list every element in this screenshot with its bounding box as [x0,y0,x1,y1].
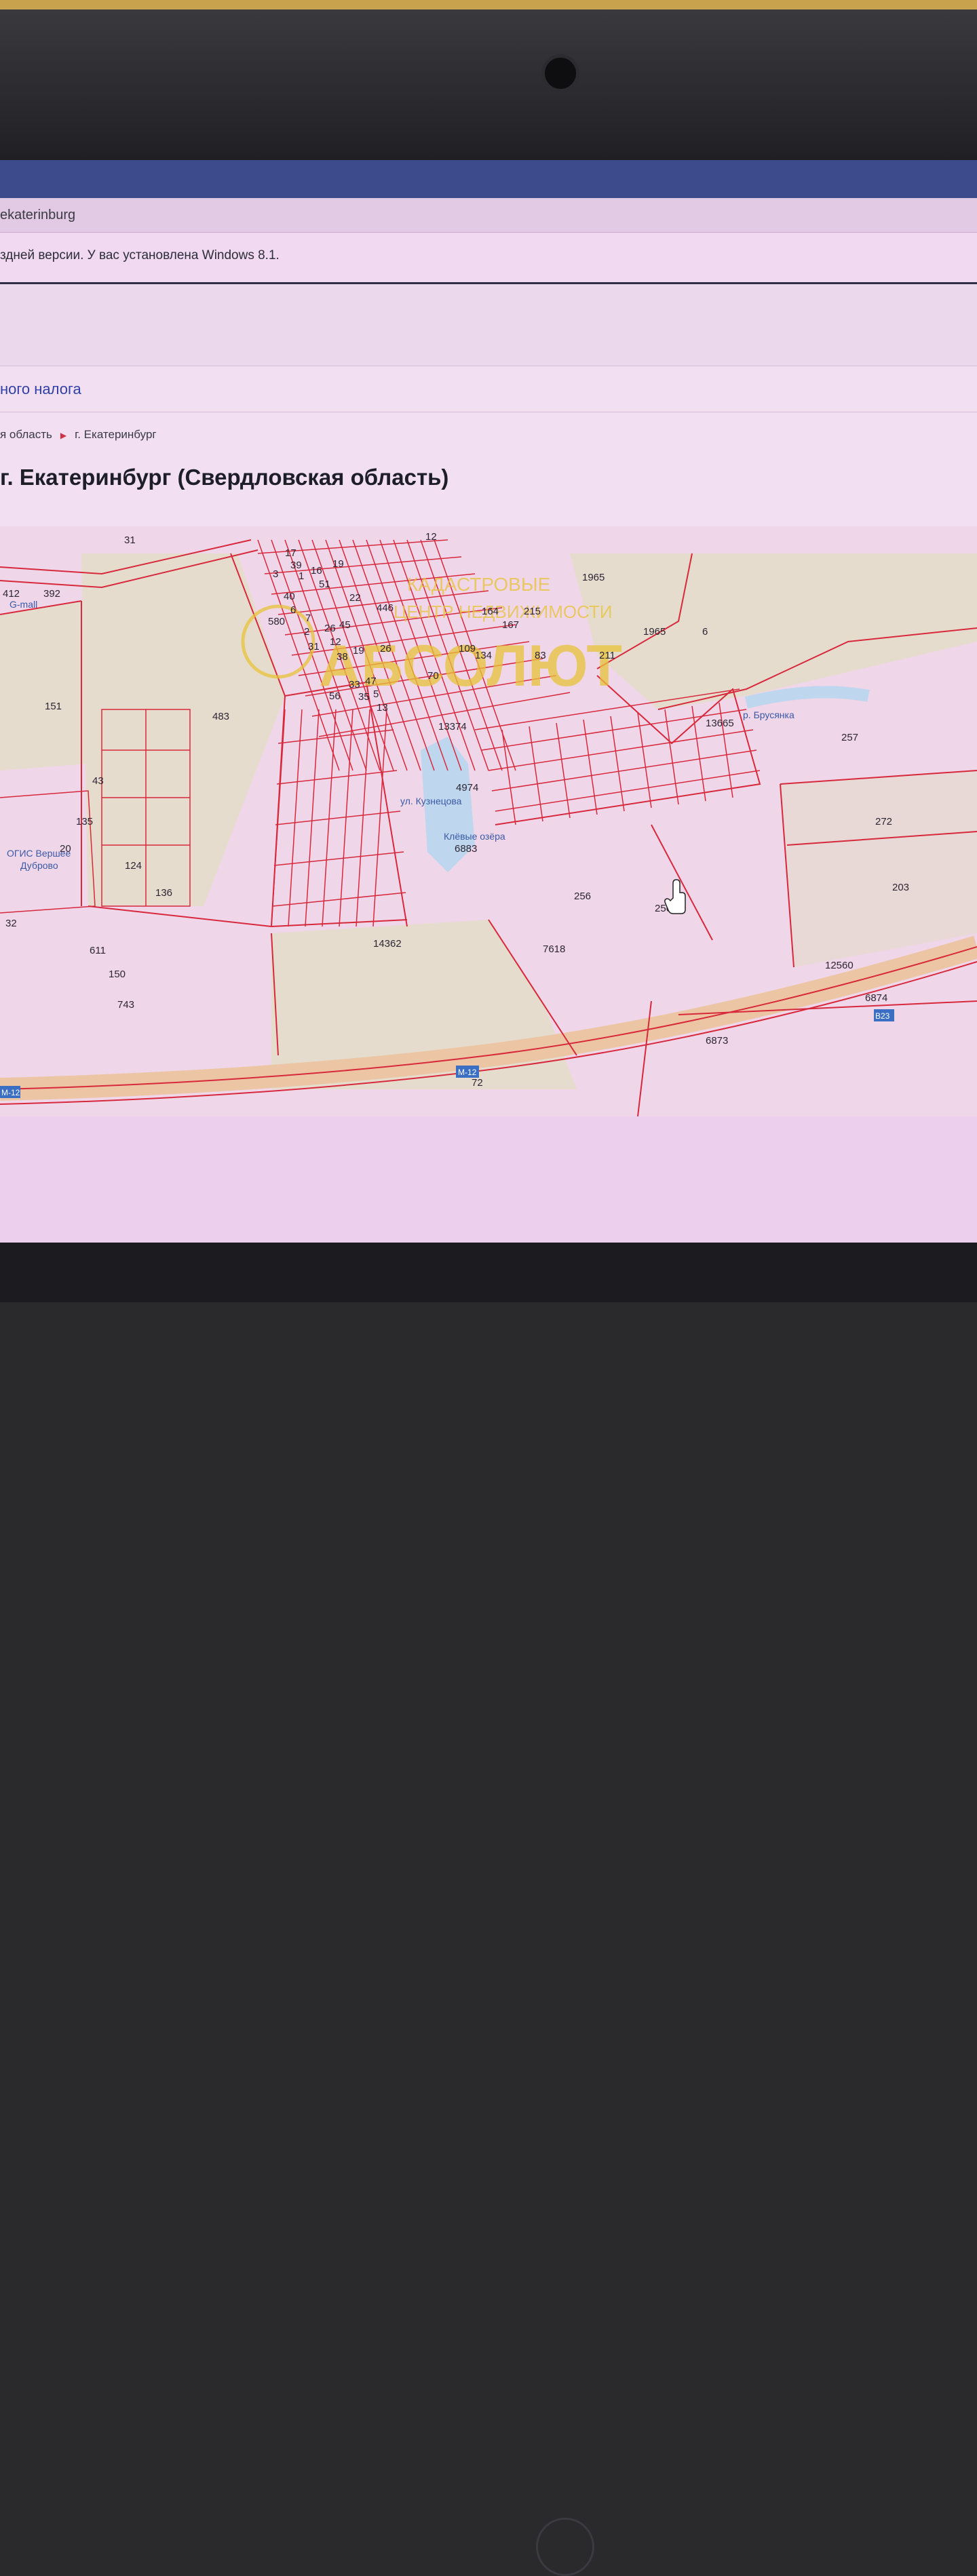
parcel-label: 167 [502,619,519,631]
breadcrumb-region-link[interactable]: я область [0,428,52,441]
parcel-label: 151 [45,701,62,712]
parcel-label: 203 [892,882,909,893]
parcel-label: 6 [702,626,708,638]
laptop-bezel-bottom [0,1243,977,2576]
parcel-label: 1 [299,570,304,582]
parcel-label: 412 [3,588,20,600]
page-title: г. Екатеринбург (Свердловская область) [0,465,449,490]
parcel-label: 124 [125,860,142,872]
parcel-label: 6 [290,604,296,616]
notice-text: здней версии. У вас установлена Windows … [0,248,280,262]
parcel-label: 164 [482,606,499,617]
parcel-label: 39 [290,560,302,571]
parcel-label: 392 [43,588,60,600]
laptop-screen: ekaterinburg здней версии. У вас установ… [0,160,977,1243]
parcel-label: 35 [358,691,370,703]
browser-tab-title[interactable]: ekaterinburg [0,208,75,223]
browser-tab-bar[interactable]: ekaterinburg [0,198,977,233]
parcel-label: 211 [599,650,615,661]
parcel-label: 43 [92,775,104,787]
parcel-label: 743 [117,999,134,1011]
page-header-band [0,284,977,366]
parcel-label: 483 [212,711,229,722]
parcel-label: 1965 [582,572,605,583]
cadastral-map[interactable]: КАДАСТРОВЫЕ ЦЕНТР НЕДВИЖИМОСТИ АБСОЛЮТ М… [0,526,977,1116]
parcel-label: 31 [308,641,320,652]
parcel-label: 47 [365,676,377,687]
parcel-label: 72 [472,1077,483,1089]
parcel-label: 136 [155,887,172,899]
parcel-label: 580 [268,616,285,627]
parcel-label: 6874 [865,992,887,1004]
parcel-label: 2 [304,626,309,638]
parcel-label: 22 [349,592,361,604]
parcel-label: 38 [337,651,348,663]
parcel-label: 12560 [825,960,854,971]
parcel-label: 6873 [706,1035,728,1047]
place-label: р. Брусянка [743,709,794,720]
breadcrumb-separator-icon: ▶ [60,431,67,440]
parcel-label: 17 [285,547,296,559]
parcel-label: 13665 [706,718,734,729]
parcel-label: 12 [425,531,437,543]
parcel-label: 7618 [543,943,565,955]
hp-logo-icon [536,2518,594,2576]
web-page: ного налога я область ▶ г. Екатеринбург г.… [0,284,977,1243]
parcel-label: 109 [459,643,476,655]
parcel-label: 3 [273,568,278,580]
parcel-label: 26 [380,643,391,655]
parcel-label: 215 [524,606,541,617]
parcel-label: 16 [311,565,322,577]
parcel-label: 1965 [643,626,666,638]
road-badge: М-12 [1,1088,20,1097]
parcel-label: 31 [124,534,136,546]
place-label: Клёвые озёра [444,831,505,842]
breadcrumb: я область ▶ г. Екатеринбург [0,428,157,442]
parcel-label: 7 [305,612,311,624]
place-label: ул. Кузнецова [400,796,462,806]
webcam-icon [541,54,579,92]
place-label: G-mall [9,599,37,610]
parcel-label: 19 [353,645,364,657]
parcel-label: 40 [284,591,295,602]
watermark-subtitle: КАДАСТРОВЫЕ [407,574,550,595]
breadcrumb-current: г. Екатеринбург [75,428,157,441]
place-label: Дуброво [20,860,58,871]
parcel-label: 13 [377,702,388,714]
page-lower-area [0,1116,977,1243]
road-badge: М-12 [458,1068,477,1077]
parcel-label: 45 [339,619,351,631]
parcel-label: 32 [5,918,17,929]
parcel-label: 150 [109,969,126,980]
browser-top-strip [0,160,977,198]
parcel-label: 14362 [373,938,402,950]
parcel-label: 56 [329,690,341,702]
parcel-label: 83 [535,650,546,661]
parcel-label: 13374 [438,721,467,733]
parcel-label: 12 [330,636,341,648]
place-label: ОГИС Вершее [7,848,71,859]
laptop-bezel-top [0,9,977,160]
tax-nav-link[interactable]: ного налога [0,380,81,398]
parcel-label: 611 [90,945,106,956]
parcel-label: 272 [875,816,892,827]
parcel-label: 51 [319,579,330,590]
windows-version-notice: здней версии. У вас установлена Windows … [0,233,977,284]
parcel-label: 256 [574,891,591,902]
parcel-label: 134 [475,650,492,661]
parcel-label: 6883 [455,843,477,855]
parcel-label: 19 [332,558,344,570]
wall-background [0,0,977,9]
parcel-label: 4974 [456,782,478,794]
parcel-label: 446 [377,602,394,614]
parcel-label: 70 [427,670,439,682]
road-badge: В23 [875,1011,890,1021]
parcel-label: 26 [324,623,336,634]
parcel-label: 33 [349,679,360,690]
map-field-151 [0,601,88,770]
parcel-label: 135 [76,816,93,827]
parcel-label: 5 [373,688,379,700]
parcel-label: 257 [841,732,858,743]
map-field-203 [780,770,977,967]
